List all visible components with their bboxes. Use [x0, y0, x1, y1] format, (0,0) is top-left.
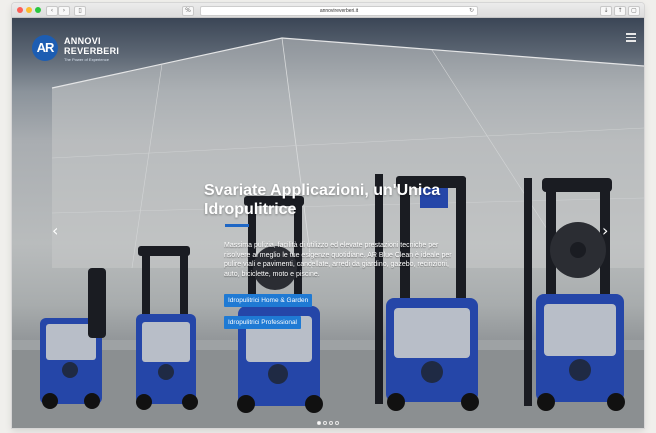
download-icon[interactable]: ↓ [600, 6, 612, 16]
hero-title: Svariate Applicazioni, un'Unica Idropuli… [204, 182, 441, 218]
address-text: annovireverberi.it [319, 8, 359, 14]
slide-dot-4[interactable] [335, 421, 339, 425]
forward-icon[interactable]: › [58, 6, 70, 16]
home-garden-button[interactable]: Idropulitrici Home & Garden [224, 294, 313, 307]
logo-name-line2: REVERBERI [64, 46, 120, 56]
slider-dots [317, 421, 357, 427]
hero-background-image [12, 37, 644, 428]
hamburger-menu-icon[interactable] [626, 33, 636, 42]
window-minimize-button[interactable] [26, 7, 32, 13]
sidebar-icon[interactable]: ▯ [74, 6, 86, 16]
professional-button[interactable]: Idropulitrici Professional [224, 316, 302, 329]
window-maximize-button[interactable] [35, 7, 41, 13]
browser-window: ‹ › ▯ % annovireverberi.it ↻ ↓ ↑ ▢ AR AN… [12, 3, 644, 428]
browser-toolbar: ‹ › ▯ % annovireverberi.it ↻ ↓ ↑ ▢ [12, 3, 644, 18]
hero-slider: AR ANNOVI REVERBERI The Power of Experie… [12, 18, 644, 428]
site-logo[interactable]: AR ANNOVI REVERBERI The Power of Experie… [30, 32, 142, 66]
logo-tagline: The Power of Experience [64, 57, 109, 62]
hero-description: Massima pulizia, facilità di utilizzo ed… [224, 242, 452, 278]
slide-dot-3[interactable] [329, 421, 333, 425]
privacy-icon[interactable]: % [182, 6, 194, 16]
window-close-button[interactable] [17, 7, 23, 13]
address-bar[interactable]: annovireverberi.it ↻ [200, 6, 478, 16]
slide-dot-1[interactable] [317, 421, 321, 425]
chevron-left-icon[interactable]: ‹ [52, 223, 58, 239]
back-icon[interactable]: ‹ [46, 6, 58, 16]
logo-mark: AR [32, 35, 58, 61]
logo-name-line1: ANNOVI [64, 36, 101, 46]
title-underline [225, 224, 249, 227]
reload-icon[interactable]: ↻ [469, 7, 474, 15]
tabs-icon[interactable]: ▢ [628, 6, 640, 16]
chevron-right-icon[interactable]: › [602, 223, 608, 239]
share-icon[interactable]: ↑ [614, 6, 626, 16]
slide-dot-2[interactable] [323, 421, 327, 425]
